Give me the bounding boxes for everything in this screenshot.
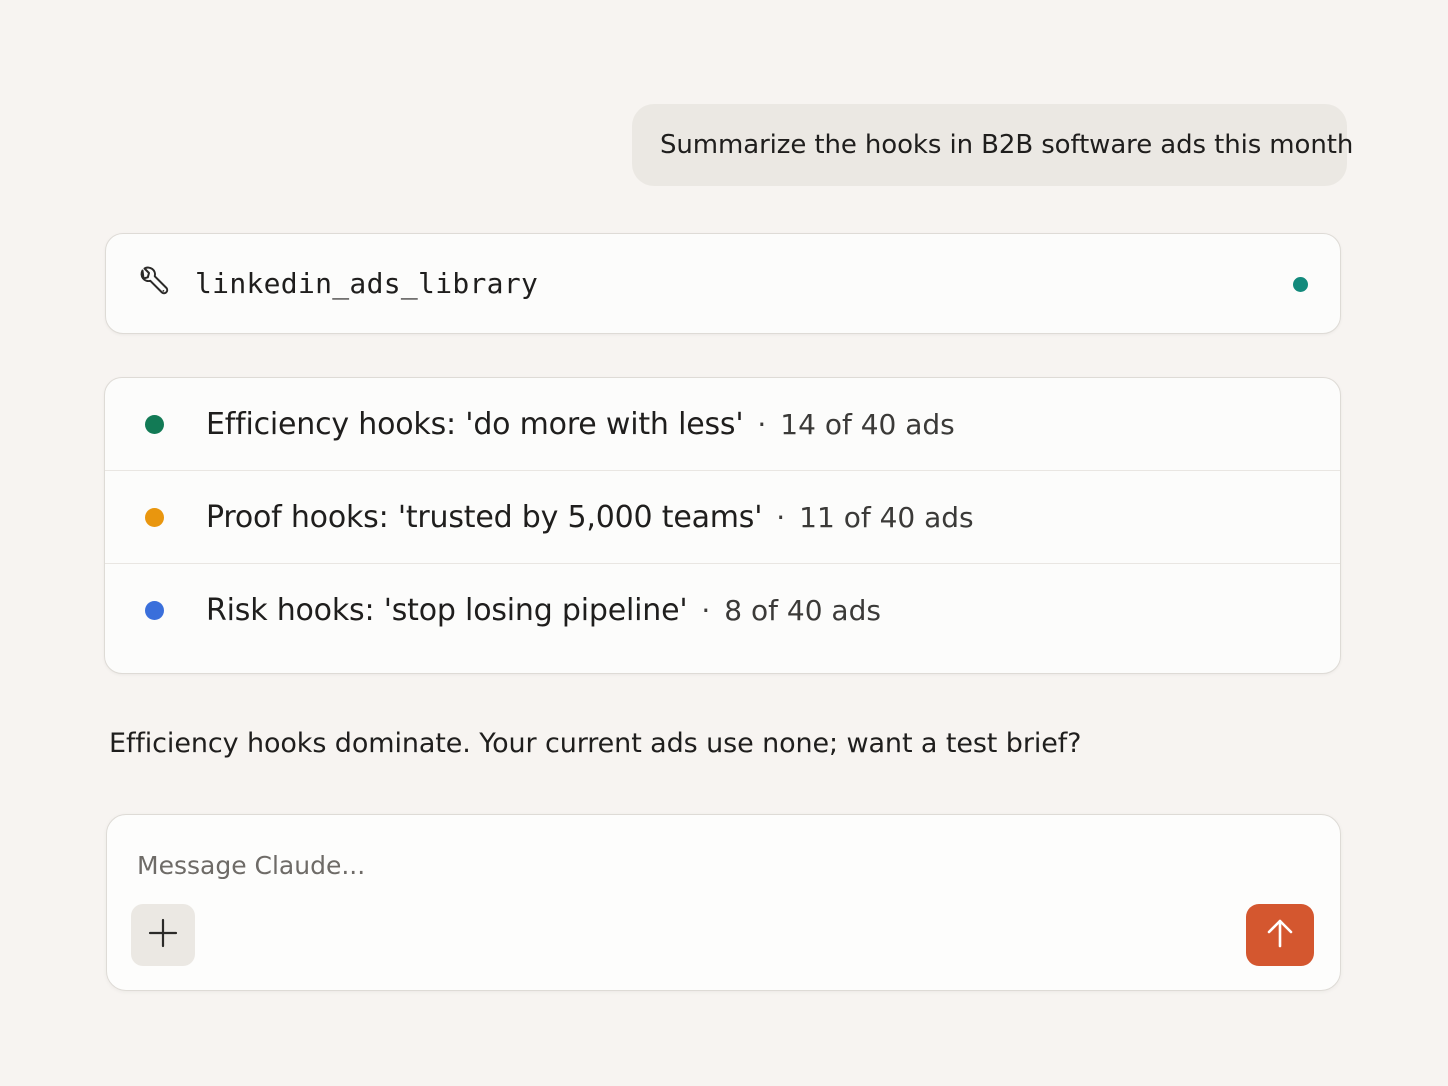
arrow-up-icon (1265, 917, 1295, 953)
add-attachment-button[interactable] (131, 904, 195, 966)
user-message-text: Summarize the hooks in B2B software ads … (660, 130, 1354, 160)
result-row-efficiency: Efficiency hooks: 'do more with less' · … (105, 378, 1340, 471)
assistant-message: Efficiency hooks dominate. Your current … (109, 728, 1082, 759)
wrench-icon (134, 265, 172, 303)
result-color-dot (145, 601, 164, 620)
result-color-dot (145, 507, 164, 527)
message-composer (106, 814, 1341, 991)
result-row-proof: Proof hooks: 'trusted by 5,000 teams' · … (105, 471, 1340, 564)
result-separator: · (701, 594, 711, 627)
tool-name: linkedin_ads_library (195, 267, 539, 300)
message-input[interactable] (137, 845, 1237, 885)
tool-status-dot (1293, 276, 1308, 292)
result-count: 14 of 40 ads (780, 407, 955, 441)
result-separator: · (776, 500, 786, 534)
result-row-risk: Risk hooks: 'stop losing pipeline' · 8 o… (105, 564, 1340, 657)
tool-call-card[interactable]: linkedin_ads_library (105, 233, 1341, 334)
result-count: 11 of 40 ads (799, 500, 974, 534)
result-count: 8 of 40 ads (724, 594, 881, 627)
result-separator: · (757, 407, 767, 441)
user-message-bubble: Summarize the hooks in B2B software ads … (632, 104, 1353, 186)
result-label: Proof hooks: 'trusted by 5,000 teams' (206, 499, 763, 535)
send-button[interactable] (1246, 904, 1314, 966)
plus-icon (148, 918, 178, 952)
result-color-dot (145, 414, 164, 434)
results-list: Efficiency hooks: 'do more with less' · … (104, 377, 1341, 674)
result-label: Risk hooks: 'stop losing pipeline' (206, 593, 688, 628)
result-label: Efficiency hooks: 'do more with less' (206, 406, 744, 442)
